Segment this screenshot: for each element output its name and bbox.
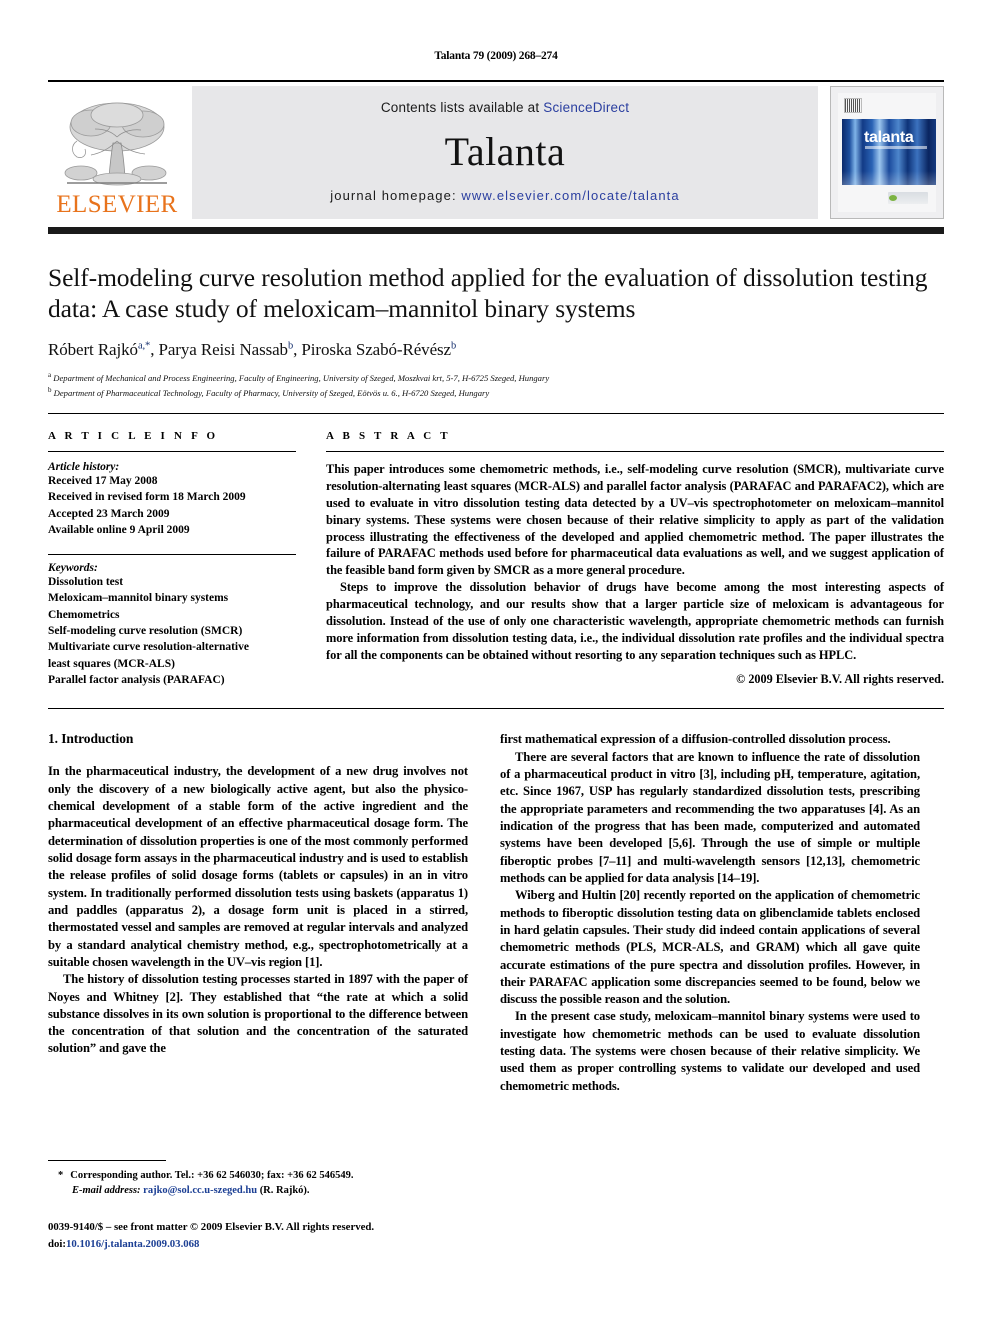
history-item: Received in revised form 18 March 2009 bbox=[48, 491, 246, 504]
footnote-block: * Corresponding author. Tel.: +36 62 5460… bbox=[48, 1160, 468, 1252]
abstract-paragraph: Steps to improve the dissolution behavio… bbox=[326, 580, 944, 662]
cover-footer-logo bbox=[888, 192, 928, 204]
page-title: Self-modeling curve resolution method ap… bbox=[48, 263, 928, 324]
title-block: Self-modeling curve resolution method ap… bbox=[48, 234, 944, 399]
keywords-rule bbox=[48, 554, 296, 556]
barcode-icon bbox=[844, 98, 862, 113]
email-link[interactable]: rajko@sol.cc.u-szeged.hu bbox=[143, 1185, 257, 1196]
elsevier-logo: ELSEVIER bbox=[48, 86, 186, 219]
author-list: Róbert Rajkóa,*, Parya Reisi Nassabb, Pi… bbox=[48, 340, 944, 360]
body-column-left: 1. Introduction In the pharmaceutical in… bbox=[48, 731, 468, 1201]
author-3-affil-marker: b bbox=[450, 340, 457, 352]
affiliation-list: a Department of Mechanical and Process E… bbox=[48, 370, 944, 399]
body-paragraph: In the present case study, meloxicam–man… bbox=[500, 1009, 920, 1093]
section-title-introduction: 1. Introduction bbox=[48, 731, 134, 747]
keyword-item: Meloxicam–mannitol binary systems bbox=[48, 592, 229, 605]
paper-page: Talanta 79 (2009) 268–274 ELSEVIER Conte… bbox=[0, 0, 992, 1323]
elsevier-tree-icon bbox=[64, 102, 167, 186]
abstract-body: This paper introduces some chemometric m… bbox=[326, 461, 944, 664]
keywords-list: Dissolution test Meloxicam–mannitol bina… bbox=[48, 574, 296, 688]
keywords-label: Keywords: bbox=[48, 562, 98, 575]
body-paragraph: The history of dissolution testing proce… bbox=[48, 972, 468, 1056]
footnote-rule bbox=[48, 1160, 166, 1161]
affiliation-a-marker: a bbox=[48, 371, 52, 380]
abstract-copyright: © 2009 Elsevier B.V. All rights reserved… bbox=[736, 671, 944, 686]
info-abstract-section: A R T I C L E I N F O Article history: R… bbox=[48, 430, 944, 689]
body-columns: 1. Introduction In the pharmaceutical in… bbox=[48, 731, 944, 1201]
issn-line: 0039-9140/$ – see front matter © 2009 El… bbox=[48, 1221, 375, 1234]
issn-copyright-block: 0039-9140/$ – see front matter © 2009 El… bbox=[48, 1219, 468, 1251]
corresponding-author-note: * Corresponding author. Tel.: +36 62 5460… bbox=[48, 1168, 468, 1198]
cover-wordmark: talanta bbox=[864, 129, 914, 146]
history-item: Accepted 23 March 2009 bbox=[48, 507, 170, 520]
doi-line: doi:10.1016/j.talanta.2009.03.068 bbox=[48, 1236, 468, 1252]
history-item: Available online 9 April 2009 bbox=[48, 523, 190, 536]
body-column-right: first mathematical expression of a diffu… bbox=[500, 731, 920, 1201]
keyword-item: Self-modeling curve resolution (SMCR) bbox=[48, 625, 243, 638]
email-label: E-mail address: bbox=[72, 1185, 141, 1197]
title-bottom-rule bbox=[48, 412, 944, 414]
affiliation-a-text: Department of Mechanical and Process Eng… bbox=[53, 373, 550, 384]
masthead-center-band: Contents lists available at ScienceDirec… bbox=[192, 86, 818, 219]
affiliation-b: b Department of Pharmaceutical Technolog… bbox=[48, 385, 944, 399]
abstract-rule bbox=[326, 450, 944, 452]
author-sep-1: , bbox=[150, 340, 159, 360]
masthead-top-rule bbox=[48, 80, 944, 82]
keywords-spacer bbox=[48, 538, 296, 554]
journal-title: Talanta bbox=[444, 128, 566, 174]
keyword-item: least squares (MCR-ALS) bbox=[48, 657, 175, 670]
abstract-column: A B S T R A C T This paper introduces so… bbox=[326, 430, 944, 689]
body-paragraph: There are several factors that are known… bbox=[500, 749, 920, 885]
affiliation-b-text: Department of Pharmaceutical Technology,… bbox=[53, 387, 490, 398]
author-1-name: Róbert Rajkó bbox=[48, 340, 138, 360]
sciencedirect-link[interactable]: ScienceDirect bbox=[543, 100, 629, 115]
cover-subtitle-bar bbox=[865, 146, 927, 149]
body-paragraph: first mathematical expression of a diffu… bbox=[500, 732, 891, 747]
affiliation-b-marker: b bbox=[48, 385, 52, 394]
elsevier-wordmark: ELSEVIER bbox=[56, 191, 178, 218]
keyword-item: Chemometrics bbox=[48, 608, 120, 621]
abstract-paragraph: This paper introduces some chemometric m… bbox=[326, 461, 944, 578]
journal-homepage-line: journal homepage: www.elsevier.com/locat… bbox=[330, 188, 679, 203]
keyword-item: Dissolution test bbox=[48, 576, 124, 589]
email-line: E-mail address: rajko@sol.cc.u-szeged.hu… bbox=[60, 1183, 468, 1198]
affiliation-a: a Department of Mechanical and Process E… bbox=[48, 370, 944, 384]
masthead-bottom-rule bbox=[48, 227, 944, 234]
author-3-name: Piroska Szabó-Révész bbox=[301, 340, 451, 360]
article-history-label: Article history: bbox=[48, 460, 120, 473]
journal-homepage-link[interactable]: www.elsevier.com/locate/talanta bbox=[461, 188, 679, 203]
email-suffix: (R. Rajkó). bbox=[259, 1185, 310, 1197]
cover-inner: talanta bbox=[838, 93, 936, 212]
keyword-item: Multivariate curve resolution-alternativ… bbox=[48, 641, 249, 654]
abstract-heading: A B S T R A C T bbox=[326, 429, 451, 442]
contents-prefix: Contents lists available at bbox=[380, 100, 544, 115]
body-paragraph: Wiberg and Hultin [20] recently reported… bbox=[500, 888, 920, 1007]
keyword-item: Parallel factor analysis (PARAFAC) bbox=[48, 674, 225, 687]
author-1-affil-marker: a, bbox=[137, 340, 146, 352]
article-info-column: A R T I C L E I N F O Article history: R… bbox=[48, 430, 296, 689]
corresponding-author-text: Corresponding author. Tel.: +36 62 54603… bbox=[70, 1170, 354, 1181]
doi-label: doi: bbox=[48, 1237, 66, 1250]
article-history-list: Received 17 May 2008 Received in revised… bbox=[48, 473, 296, 538]
journal-masthead: ELSEVIER Contents lists available at Sci… bbox=[48, 86, 944, 219]
running-head: Talanta 79 (2009) 268–274 bbox=[434, 50, 558, 62]
journal-cover-thumbnail: talanta bbox=[830, 86, 944, 219]
author-2-name: Parya Reisi Nassab bbox=[158, 340, 289, 360]
doi-link[interactable]: 10.1016/j.talanta.2009.03.068 bbox=[66, 1238, 199, 1250]
contents-available-line: Contents lists available at ScienceDirec… bbox=[381, 100, 629, 115]
abstract-bottom-rule bbox=[48, 708, 944, 710]
body-paragraph: In the pharmaceutical industry, the deve… bbox=[48, 764, 468, 969]
article-info-heading: A R T I C L E I N F O bbox=[48, 429, 219, 442]
article-info-rule bbox=[48, 450, 296, 452]
footnote-star-marker: * bbox=[58, 1170, 64, 1181]
history-item: Received 17 May 2008 bbox=[48, 474, 158, 487]
homepage-prefix: journal homepage: bbox=[330, 188, 462, 203]
